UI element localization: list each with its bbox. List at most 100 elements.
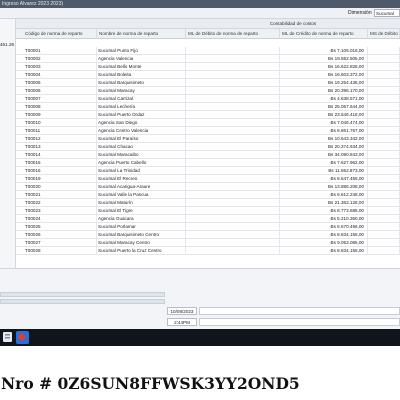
- left-panel-value: 461.26: [0, 42, 15, 47]
- cell-ms-debit: [368, 119, 400, 127]
- app-icon[interactable]: [2, 331, 13, 343]
- table-row[interactable]: T00015 Agencia Puerto Cabello Bs 7.627.962…: [16, 159, 400, 167]
- cell-debit: [186, 103, 280, 111]
- cell-code: T00006: [16, 87, 97, 95]
- cell-code: T00003: [16, 63, 97, 71]
- table-row[interactable]: T00026 Sucursal Barquisimeto Centro Bs 8.8…: [16, 231, 400, 239]
- table-row[interactable]: T00007 Sucursal Carrizal Bs 4.638.571,00: [16, 95, 400, 103]
- cell-credit: Bs 19.254.436,00: [280, 79, 368, 87]
- group-header-cost-accounting: Contabilidad de costos: [186, 19, 400, 29]
- table-row[interactable]: T00012 Sucursal El Paraíso Bs 10.643.342,0…: [16, 135, 400, 143]
- cell-name: Sucursal Boleita: [97, 71, 186, 79]
- cell-credit: Bs 7.627.962,00: [280, 159, 368, 167]
- table-row[interactable]: T00014 Sucursal Maracaibo Bs 34.090.843,00: [16, 151, 400, 159]
- table-row[interactable]: T00025 Sucursal Porlamar Bs 6.570.496,00: [16, 223, 400, 231]
- cell-code: T00001: [16, 47, 97, 55]
- cell-debit: [186, 87, 280, 95]
- table-row[interactable]: T00005 Sucursal Barquisimeto Bs 19.254.436…: [16, 79, 400, 87]
- cell-code: T00011: [16, 127, 97, 135]
- table-row[interactable]: T00023 Sucursal El Tigre Bs 8.773.685,00: [16, 207, 400, 215]
- table-row[interactable]: T00003 Sucursal Bello Monte Bs 16.622.828,…: [16, 63, 400, 71]
- cell-name: Sucursal Maracaibo: [97, 151, 186, 159]
- date-field: 10/08/2023: [167, 307, 197, 315]
- cell-ms-debit: [368, 63, 400, 71]
- time-field: 2:44PM: [167, 318, 197, 326]
- cell-ms-debit: [368, 215, 400, 223]
- cell-code: T00013: [16, 143, 97, 151]
- cell-credit: Bs 5.210.360,00: [280, 215, 368, 223]
- cell-debit: [186, 207, 280, 215]
- column-header-code[interactable]: Código de norma de reparto: [16, 29, 97, 39]
- table-row[interactable]: T00027 Sucursal Maracay Centro Bs 9.053.08…: [16, 239, 400, 247]
- column-header-credit[interactable]: ML de Crédito de norma de reparto: [280, 29, 368, 39]
- cell-name: Sucursal Puerto Ordaz: [97, 111, 186, 119]
- cell-ms-debit: [368, 151, 400, 159]
- cell-debit: [186, 239, 280, 247]
- column-header-debit[interactable]: ML de Débito de norma de reparto: [186, 29, 280, 39]
- table-row[interactable]: T00006 Sucursal Maracay Bs 20.396.170,00: [16, 87, 400, 95]
- column-header-name[interactable]: Nombre de norma de reparto: [97, 29, 186, 39]
- cell-debit: [186, 143, 280, 151]
- cell-ms-debit: [368, 95, 400, 103]
- document-number-caption: Nro # 0Z6SUN8FFWSK3YY2OND5: [1, 374, 300, 393]
- status-field-1: [199, 307, 400, 315]
- cell-debit: [186, 111, 280, 119]
- cell-credit: Bs 8.547.455,00: [280, 175, 368, 183]
- table-row[interactable]: T00002 Agencia Valencia Bs 19.552.505,00: [16, 55, 400, 63]
- table-row[interactable]: T00020 Sucursal Acarigua-Araure Bs 13.886.…: [16, 183, 400, 191]
- sap-icon[interactable]: [16, 331, 29, 344]
- table-row[interactable]: T00004 Sucursal Boleita Bs 16.603.372,00: [16, 71, 400, 79]
- cell-name: Sucursal Maturín: [97, 199, 186, 207]
- cell-name: Sucursal Acarigua-Araure: [97, 183, 186, 191]
- cell-ms-debit: [368, 175, 400, 183]
- cell-code: T00008: [16, 103, 97, 111]
- cell-debit: [186, 119, 280, 127]
- cell-ms-debit: [368, 79, 400, 87]
- table-row[interactable]: T00024 Agencia Guacara Bs 5.210.360,00: [16, 215, 400, 223]
- table-row[interactable]: T00021 Sucursal Valle la Pascua Bs 6.612.2…: [16, 191, 400, 199]
- column-header-ms-debit[interactable]: MS de Débito d: [368, 29, 400, 39]
- cell-credit: Bs 10.643.342,00: [280, 135, 368, 143]
- dimension-select[interactable]: Sucursal: [374, 9, 400, 17]
- cell-name: Sucursal El Paraíso: [97, 135, 186, 143]
- cell-name: Sucursal Punto Fijo: [97, 47, 186, 55]
- cell-debit: [186, 127, 280, 135]
- title-bar: Ingreso Alvarez 2023 2023): [0, 0, 400, 8]
- cell-credit: Bs 8.834.155,00: [280, 247, 368, 255]
- cell-name: Sucursal Porlamar: [97, 223, 186, 231]
- table-row[interactable]: T00011 Agencia Centro Valencia Bs 6.861.76…: [16, 127, 400, 135]
- cell-credit: Bs 8.773.685,00: [280, 207, 368, 215]
- cell-ms-debit: [368, 55, 400, 63]
- cell-code: T00023: [16, 207, 97, 215]
- table-row[interactable]: T00019 Sucursal El Recreo Bs 8.547.455,00: [16, 175, 400, 183]
- table-row[interactable]: T00013 Sucursal Chacao Bs 20.374.634,00: [16, 143, 400, 151]
- table-row[interactable]: T00022 Sucursal Maturín Bs 21.363.128,00: [16, 199, 400, 207]
- cell-credit: Bs 7.046.474,00: [280, 119, 368, 127]
- taskbar: [0, 329, 400, 346]
- window-title: Ingreso Alvarez 2023 2023): [2, 1, 64, 7]
- cell-credit: Bs 11.552.873,00: [280, 167, 368, 175]
- cell-code: T00015: [16, 159, 97, 167]
- cell-code: T00004: [16, 71, 97, 79]
- table-row[interactable]: T00008 Sucursal Lechería Bs 25.067.644,00: [16, 103, 400, 111]
- cell-code: T00014: [16, 151, 97, 159]
- table-row[interactable]: T00009 Sucursal Puerto Ordaz Bs 23.546.418…: [16, 111, 400, 119]
- table-row[interactable]: T00016 Sucursal La Trinidad Bs 11.552.873,…: [16, 167, 400, 175]
- table-row[interactable]: T00028 Sucursal Puerto la Cruz Centro Bs 8…: [16, 247, 400, 255]
- cell-ms-debit: [368, 103, 400, 111]
- cell-ms-debit: [368, 111, 400, 119]
- table-row[interactable]: T00001 Sucursal Punto Fijo Bs 7.105.016,00: [16, 47, 400, 55]
- cell-debit: [186, 159, 280, 167]
- status-field-2: [199, 318, 400, 326]
- progress-bar-1: [0, 292, 165, 297]
- cell-debit: [186, 55, 280, 63]
- cell-debit: [186, 167, 280, 175]
- table-row[interactable]: T00010 Agencia San Diego Bs 7.046.474,00: [16, 119, 400, 127]
- cell-name: Agencia Valencia: [97, 55, 186, 63]
- cell-ms-debit: [368, 127, 400, 135]
- cell-credit: Bs 7.105.016,00: [280, 47, 368, 55]
- cell-debit: [186, 47, 280, 55]
- cell-code: T00024: [16, 215, 97, 223]
- cell-ms-debit: [368, 239, 400, 247]
- cell-ms-debit: [368, 87, 400, 95]
